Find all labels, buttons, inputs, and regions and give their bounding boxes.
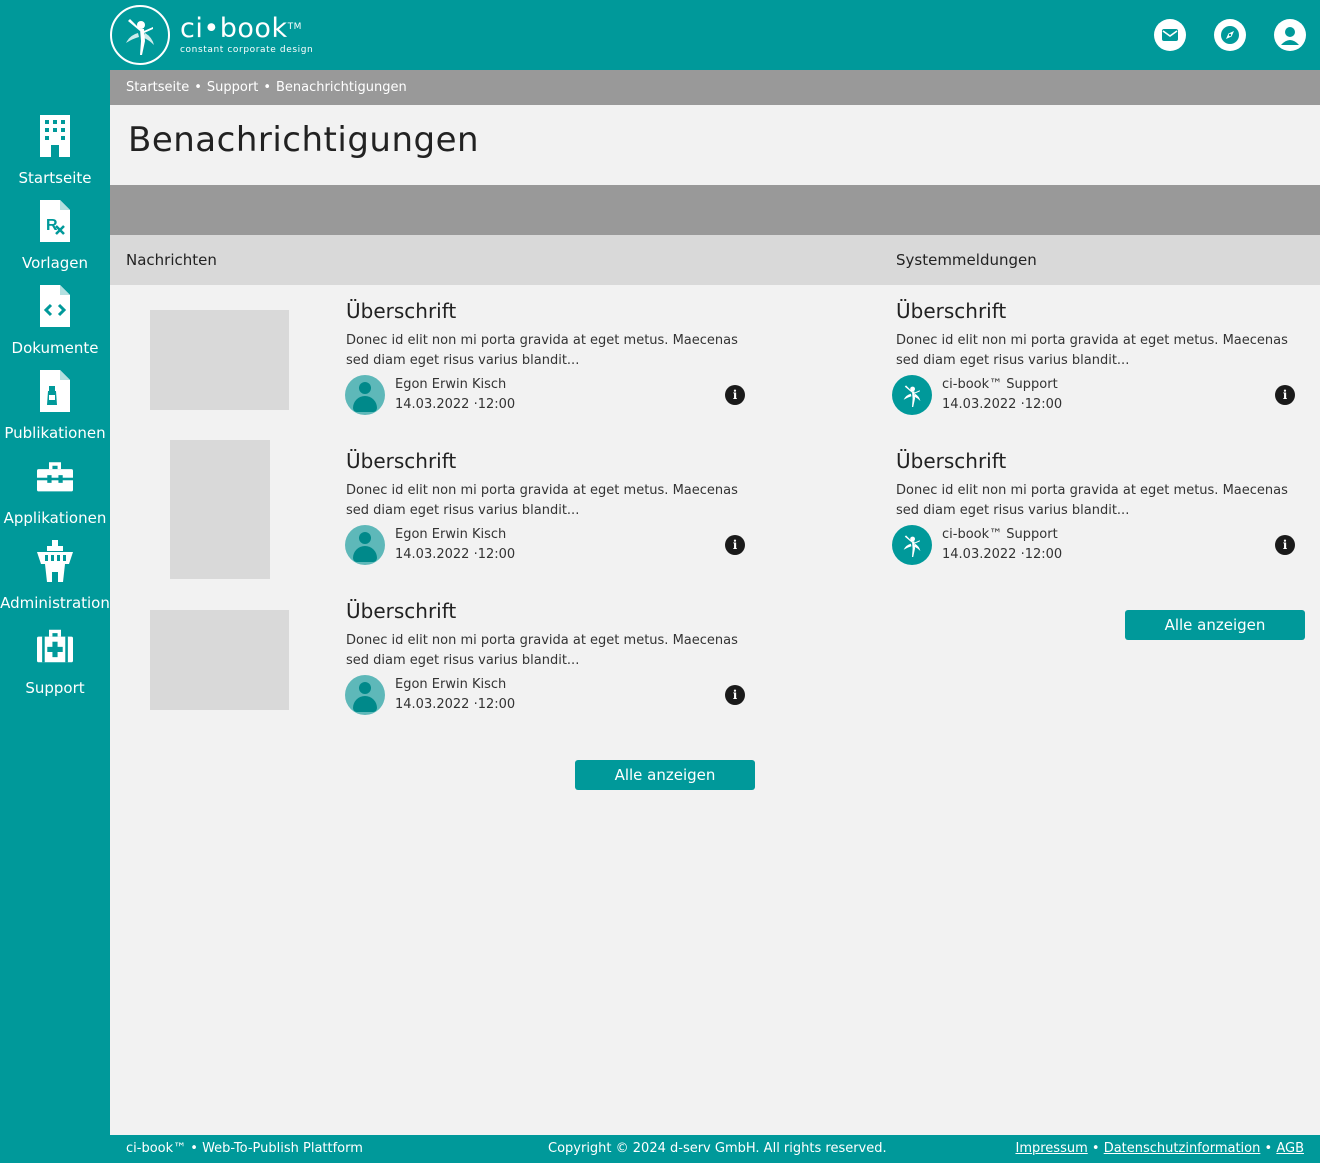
- svg-text:R: R: [46, 217, 58, 234]
- message-date: 14.03.2022 ·12:00: [395, 697, 516, 712]
- sidebar-item-publikationen[interactable]: Publikationen: [0, 369, 110, 454]
- sidebar-item-label: Support: [25, 679, 85, 697]
- message-author: Egon Erwin Kisch: [395, 377, 507, 392]
- footer-separator: •: [1264, 1141, 1273, 1156]
- message-thumbnail[interactable]: [150, 610, 289, 710]
- footer-link-datenschutz[interactable]: Datenschutzinformation: [1104, 1141, 1261, 1156]
- page-title: Benachrichtigungen: [128, 120, 480, 160]
- breadcrumb-separator: •: [263, 80, 271, 95]
- system-message-date: 14.03.2022 ·12:00: [942, 547, 1063, 562]
- sidebar-item-label: Startseite: [18, 169, 92, 187]
- message-text: Donec id elit non mi porta gravida at eg…: [346, 633, 738, 668]
- system-message-author: ci-book™ Support: [942, 377, 1058, 392]
- sidebar-item-label: Dokumente: [11, 339, 99, 357]
- tower-icon: [37, 539, 73, 583]
- system-message-date: 14.03.2022 ·12:00: [942, 397, 1063, 412]
- logo[interactable]: ci•bookTM constant corporate design: [110, 5, 313, 65]
- user-icon[interactable]: [1274, 19, 1306, 51]
- footer-link-agb[interactable]: AGB: [1276, 1141, 1304, 1156]
- info-icon[interactable]: i: [725, 385, 745, 405]
- logo-emblem: [110, 5, 170, 65]
- sidebar-item-dokumente[interactable]: Dokumente: [0, 284, 110, 369]
- logo-subtitle: constant corporate design: [180, 45, 314, 55]
- breadcrumb-item-current: Benachrichtigungen: [275, 80, 407, 95]
- top-bar: ci•bookTM constant corporate design: [0, 0, 1320, 70]
- info-icon[interactable]: i: [725, 535, 745, 555]
- first-aid-kit-icon: [37, 624, 73, 668]
- systemmeldungen-show-all-button[interactable]: Alle anzeigen: [1125, 610, 1305, 640]
- sidebar: Startseite R Vorlagen Dokumente Publikat…: [0, 70, 110, 1163]
- logo-title: ci•bookTM: [180, 13, 302, 44]
- info-icon[interactable]: i: [1275, 535, 1295, 555]
- bottle-document-icon: [37, 369, 73, 413]
- message-thumbnail[interactable]: [150, 310, 289, 410]
- nachrichten-show-all-button[interactable]: Alle anzeigen: [575, 760, 755, 790]
- avatar: [345, 375, 385, 415]
- footer-separator: •: [1091, 1141, 1100, 1156]
- system-message-author: ci-book™ Support: [942, 527, 1058, 542]
- system-message-text: Donec id elit non mi porta gravida at eg…: [896, 333, 1288, 368]
- avatar: [345, 675, 385, 715]
- code-document-icon: [37, 284, 73, 328]
- message-author: Egon Erwin Kisch: [395, 527, 507, 542]
- footer-tagline: ci-book™ • Web-To-Publish Plattform: [126, 1141, 363, 1156]
- nachrichten-section-title: Nachrichten: [126, 251, 217, 269]
- footer: ci-book™ • Web-To-Publish Plattform Copy…: [110, 1135, 1320, 1163]
- message-thumbnail[interactable]: [170, 440, 270, 579]
- sidebar-item-label: Vorlagen: [21, 254, 89, 272]
- toolbar-band: [110, 185, 1320, 235]
- message-author: Egon Erwin Kisch: [395, 677, 507, 692]
- fairy-icon: [126, 19, 154, 55]
- breadcrumb-separator: •: [194, 80, 202, 95]
- sidebar-item-label: Publikationen: [4, 424, 106, 442]
- sidebar-item-label: Applikationen: [3, 509, 107, 527]
- compass-icon[interactable]: [1214, 19, 1246, 51]
- breadcrumb-item-startseite[interactable]: Startseite: [126, 80, 189, 95]
- footer-copyright: Copyright © 2024 d-serv GmbH. All rights…: [548, 1141, 887, 1156]
- support-avatar: [892, 375, 932, 415]
- sidebar-item-support[interactable]: Support: [0, 624, 110, 709]
- breadcrumb-item-support[interactable]: Support: [207, 80, 258, 95]
- message-text: Donec id elit non mi porta gravida at eg…: [346, 483, 738, 518]
- sidebar-item-label: Administration: [0, 594, 110, 612]
- message-date: 14.03.2022 ·12:00: [395, 397, 516, 412]
- sidebar-item-administration[interactable]: Administration: [0, 539, 110, 624]
- fairy-icon: [903, 385, 921, 407]
- sidebar-item-startseite[interactable]: Startseite: [0, 114, 110, 199]
- message-date: 14.03.2022 ·12:00: [395, 547, 516, 562]
- sidebar-item-applikationen[interactable]: Applikationen: [0, 454, 110, 539]
- fairy-icon: [903, 535, 921, 557]
- footer-link-impressum[interactable]: Impressum: [1015, 1141, 1087, 1156]
- message-title[interactable]: Überschrift: [346, 449, 456, 473]
- breadcrumb: Startseite • Support • Benachrichtigunge…: [110, 70, 1320, 105]
- system-message-text: Donec id elit non mi porta gravida at eg…: [896, 483, 1288, 518]
- info-icon[interactable]: i: [1275, 385, 1295, 405]
- avatar: [345, 525, 385, 565]
- message-title[interactable]: Überschrift: [346, 599, 456, 623]
- message-text: Donec id elit non mi porta gravida at eg…: [346, 333, 738, 368]
- system-message-title[interactable]: Überschrift: [896, 299, 1006, 323]
- support-avatar: [892, 525, 932, 565]
- building-icon: [37, 114, 73, 158]
- prescription-document-icon: R: [37, 199, 73, 243]
- toolbox-icon: [37, 454, 73, 498]
- sidebar-item-vorlagen[interactable]: R Vorlagen: [0, 199, 110, 284]
- message-title[interactable]: Überschrift: [346, 299, 456, 323]
- system-message-title[interactable]: Überschrift: [896, 449, 1006, 473]
- info-icon[interactable]: i: [725, 685, 745, 705]
- footer-links: Impressum • Datenschutzinformation • AGB: [1015, 1141, 1304, 1156]
- systemmeldungen-section-title: Systemmeldungen: [896, 251, 1037, 269]
- section-header-band: Nachrichten Systemmeldungen: [110, 235, 1320, 285]
- mail-icon[interactable]: [1154, 19, 1186, 51]
